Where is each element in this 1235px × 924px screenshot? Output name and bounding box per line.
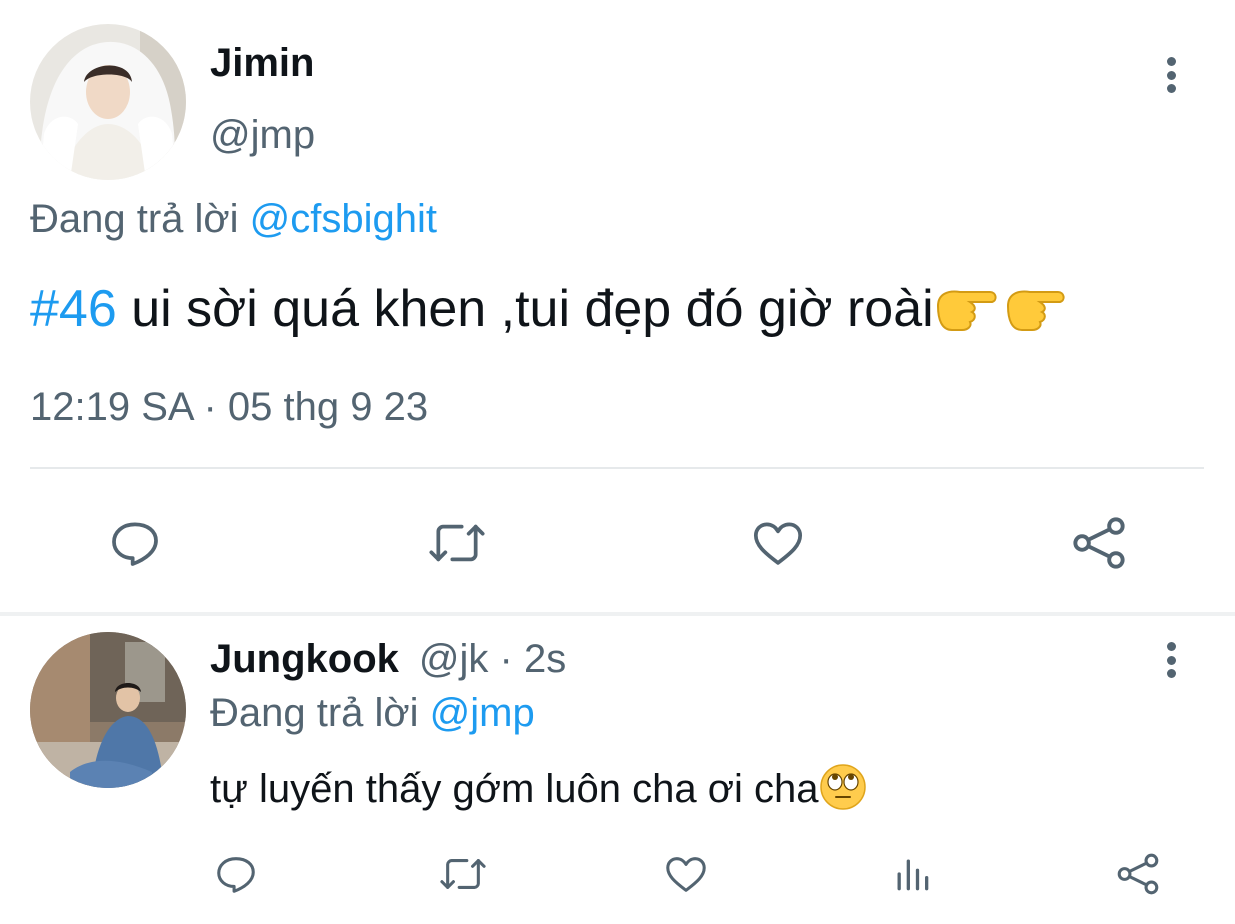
rolling-eyes-emoji-icon (818, 762, 868, 824)
reply-context: Đang trả lời @jmp (210, 690, 535, 736)
reply-icon[interactable] (104, 512, 166, 574)
author-handle[interactable]: @jmp (210, 112, 315, 158)
tweet-timestamp[interactable]: 12:19 SA · 05 thg 9 23 (30, 384, 428, 430)
like-icon[interactable] (662, 850, 710, 898)
avatar[interactable] (30, 24, 186, 180)
avatar[interactable] (30, 632, 186, 788)
reply-to-mention[interactable]: @jmp (430, 691, 535, 735)
retweet-icon[interactable] (424, 512, 490, 574)
retweet-icon[interactable] (437, 850, 489, 898)
share-icon[interactable] (1114, 850, 1162, 898)
tweet-text: #46 ui sời quá khen ,tui đẹp đó giờ roài (30, 276, 1066, 350)
hashtag-link[interactable]: #46 (30, 280, 117, 338)
reply-icon[interactable] (212, 850, 260, 898)
share-icon[interactable] (1068, 512, 1130, 574)
author-meta[interactable]: @jk · 2s (419, 637, 566, 681)
author-name[interactable]: Jungkook (210, 637, 399, 681)
reply-prefix: Đang trả lời (210, 691, 419, 735)
reply-to-mention[interactable]: @cfsbighit (250, 197, 437, 241)
like-icon[interactable] (747, 512, 809, 574)
reply-context: Đang trả lời @cfsbighit (30, 196, 437, 242)
more-options-icon[interactable] (1156, 53, 1186, 97)
divider (30, 467, 1204, 469)
tweet-text: tự luyến thấy gớm luôn cha ơi cha (210, 762, 868, 824)
reply-prefix: Đang trả lời (30, 197, 239, 241)
more-options-icon[interactable] (1156, 638, 1186, 682)
pointing-right-emoji-icon (1000, 276, 1066, 350)
tweet-body: tự luyến thấy gớm luôn cha ơi cha (210, 767, 819, 811)
views-icon[interactable] (888, 850, 936, 898)
pointing-right-emoji-icon (934, 276, 1000, 350)
tweet-body: ui sời quá khen ,tui đẹp đó giờ roài (116, 280, 934, 338)
reply-header: Jungkook @jk · 2s (210, 636, 566, 682)
author-name[interactable]: Jimin (210, 40, 314, 86)
